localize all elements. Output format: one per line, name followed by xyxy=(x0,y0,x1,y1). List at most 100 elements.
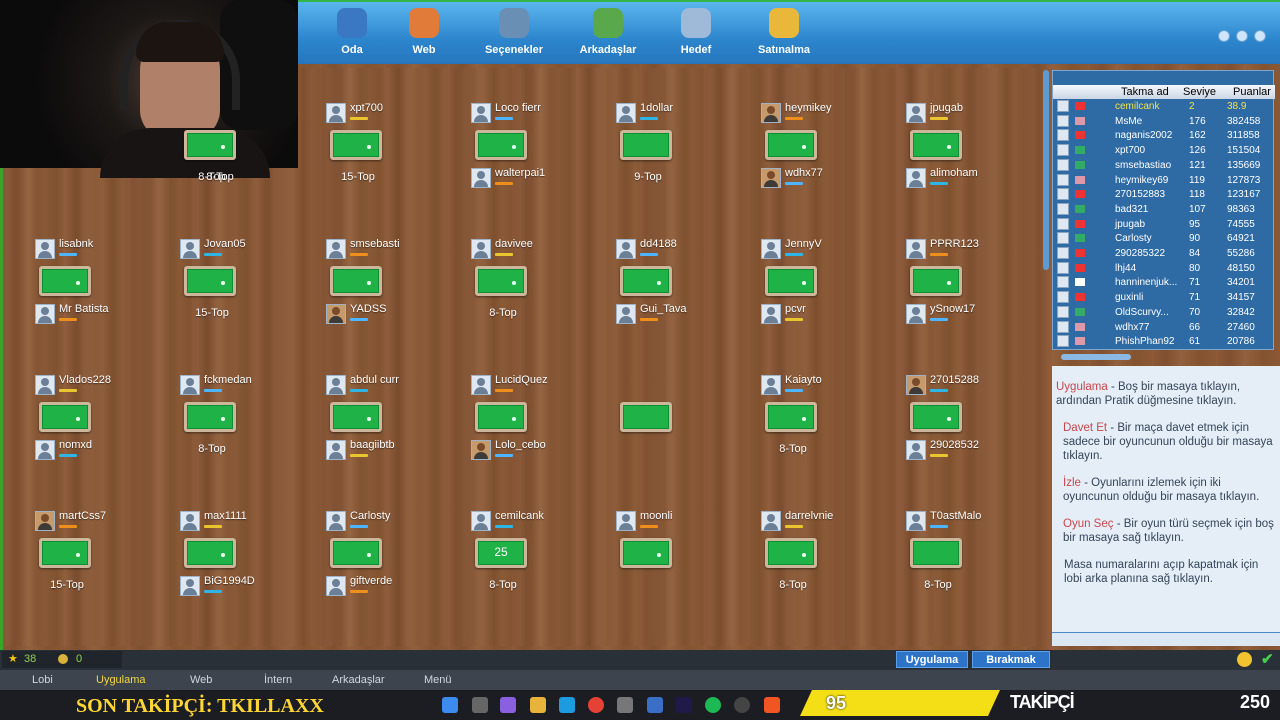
pool-table[interactable] xyxy=(475,130,527,160)
pool-table[interactable] xyxy=(910,402,962,432)
player-name: Loco fierr xyxy=(495,102,541,114)
toolbar-web-button[interactable]: Web xyxy=(384,8,464,56)
pool-table[interactable] xyxy=(330,266,382,296)
rank-bar xyxy=(930,182,948,185)
points: 382458 xyxy=(1227,115,1261,127)
nav-3[interactable]: İntern xyxy=(264,674,292,686)
ranking-row[interactable]: MsMe 176 382458 xyxy=(1053,114,1275,130)
ranking-row[interactable]: OldScurvy... 70 32842 xyxy=(1053,305,1275,321)
nav-2[interactable]: Web xyxy=(190,674,212,686)
task-view-icon[interactable] xyxy=(472,697,488,713)
settings-small-icon[interactable] xyxy=(1218,30,1230,42)
lobby-scrollbar[interactable] xyxy=(1043,70,1049,270)
pool-table[interactable] xyxy=(910,130,962,160)
ranking-row[interactable]: jpugab 95 74555 xyxy=(1053,217,1275,233)
premiere-icon[interactable] xyxy=(676,697,692,713)
toolbar-room-button[interactable]: Oda xyxy=(312,8,392,56)
flag-icon xyxy=(1075,219,1085,228)
file-explorer-icon[interactable] xyxy=(530,697,546,713)
toolbar-target-button[interactable]: Hedef xyxy=(656,8,736,56)
col-points[interactable]: Puanlar xyxy=(1233,86,1271,98)
rank-bar xyxy=(640,253,658,256)
pool-table[interactable] xyxy=(910,266,962,296)
pool-table[interactable] xyxy=(39,538,91,568)
leave-button[interactable]: Bırakmak xyxy=(972,651,1050,668)
col-nickname[interactable]: Takma ad xyxy=(1121,86,1169,98)
copilot-icon[interactable] xyxy=(500,697,516,713)
col-level[interactable]: Seviye xyxy=(1183,86,1216,98)
ranking-row[interactable]: heymikey69 119 127873 xyxy=(1053,173,1275,189)
ranking-row[interactable]: PhishPhan92 61 20786 xyxy=(1053,335,1275,350)
ranking-row[interactable]: wdhx77 66 27460 xyxy=(1053,320,1275,336)
minimize-icon[interactable] xyxy=(1236,30,1248,42)
pool-table[interactable] xyxy=(330,402,382,432)
nav-0[interactable]: Lobi xyxy=(32,674,53,686)
ranking-scrollbar[interactable] xyxy=(1061,354,1131,360)
game-type-label: 8-Top xyxy=(206,171,234,183)
pool-table[interactable] xyxy=(39,402,91,432)
brave-icon[interactable] xyxy=(764,697,780,713)
ranking-row[interactable]: smsebastiao 121 135669 xyxy=(1053,158,1275,174)
ranking-row[interactable]: naganis2002 162 311858 xyxy=(1053,129,1275,144)
avatar xyxy=(1057,173,1069,186)
pool-table[interactable] xyxy=(620,130,672,160)
pool-table[interactable] xyxy=(184,266,236,296)
nav-1[interactable]: Uygulama xyxy=(96,674,146,686)
avatar xyxy=(1057,335,1069,348)
help-title: Oyun Seç xyxy=(1063,518,1114,530)
pool-table[interactable] xyxy=(184,402,236,432)
ranking-row[interactable]: Carlosty 90 64921 xyxy=(1053,232,1275,247)
pool-table[interactable] xyxy=(620,266,672,296)
pool-table[interactable] xyxy=(765,266,817,296)
pool-table[interactable] xyxy=(184,130,236,160)
pool-table[interactable] xyxy=(765,538,817,568)
ranking-row[interactable]: hanninenjuk... 71 34201 xyxy=(1053,276,1275,291)
edge-icon[interactable] xyxy=(559,697,575,713)
pool-table[interactable] xyxy=(765,402,817,432)
ranking-row[interactable]: cemilcank 2 38.9 xyxy=(1053,100,1275,115)
pool-table[interactable]: 25 xyxy=(475,538,527,568)
game-type-label: 9-Top xyxy=(634,171,662,183)
ball xyxy=(76,553,80,557)
nav-4[interactable]: Arkadaşlar xyxy=(332,674,385,686)
chat-input[interactable] xyxy=(1052,632,1280,646)
points: 74555 xyxy=(1227,218,1255,230)
checkmark-icon[interactable]: ✔ xyxy=(1261,650,1274,668)
target-icon xyxy=(681,8,711,38)
ranking-row[interactable]: guxinli 71 34157 xyxy=(1053,291,1275,306)
nickname: smsebastiao xyxy=(1115,159,1172,171)
toolbar-friends-button[interactable]: Arkadaşlar xyxy=(568,8,648,56)
pool-table[interactable] xyxy=(184,538,236,568)
avatar xyxy=(1057,291,1069,304)
pool-table[interactable] xyxy=(330,130,382,160)
pool-table[interactable] xyxy=(330,538,382,568)
close-icon[interactable] xyxy=(1254,30,1266,42)
follower-progress: 95 xyxy=(800,690,1000,716)
store-icon[interactable] xyxy=(647,697,663,713)
pool-table[interactable] xyxy=(910,538,962,568)
emoji-icon[interactable] xyxy=(1237,652,1252,667)
ranking-row[interactable]: 290285322 84 55286 xyxy=(1053,247,1275,262)
spotify-icon[interactable] xyxy=(705,697,721,713)
pool-table[interactable] xyxy=(475,402,527,432)
toolbar-purchase-button[interactable]: Satınalma xyxy=(744,8,824,56)
nav-5[interactable]: Menü xyxy=(424,674,452,686)
pool-table[interactable] xyxy=(620,402,672,432)
settings-icon[interactable] xyxy=(617,697,633,713)
pool-table[interactable] xyxy=(475,266,527,296)
ranking-row[interactable]: 270152883 118 123167 xyxy=(1053,188,1275,203)
gear-icon xyxy=(499,8,529,38)
obs-icon[interactable] xyxy=(734,697,750,713)
toolbar-gear-button[interactable]: Seçenekler xyxy=(474,8,554,56)
pool-table[interactable] xyxy=(39,266,91,296)
ranking-row[interactable]: lhj44 80 48150 xyxy=(1053,261,1275,277)
ranking-row[interactable]: bad321 107 98363 xyxy=(1053,202,1275,218)
rank-bar xyxy=(930,454,948,457)
ranking-row[interactable]: xpt700 126 151504 xyxy=(1053,144,1275,159)
windows-start-icon[interactable] xyxy=(442,697,458,713)
practice-button[interactable]: Uygulama xyxy=(896,651,968,668)
help-text: - Oyunlarını izlemek için iki oyuncunun … xyxy=(1063,477,1260,503)
chrome-icon[interactable] xyxy=(588,697,604,713)
pool-table[interactable] xyxy=(620,538,672,568)
pool-table[interactable] xyxy=(765,130,817,160)
